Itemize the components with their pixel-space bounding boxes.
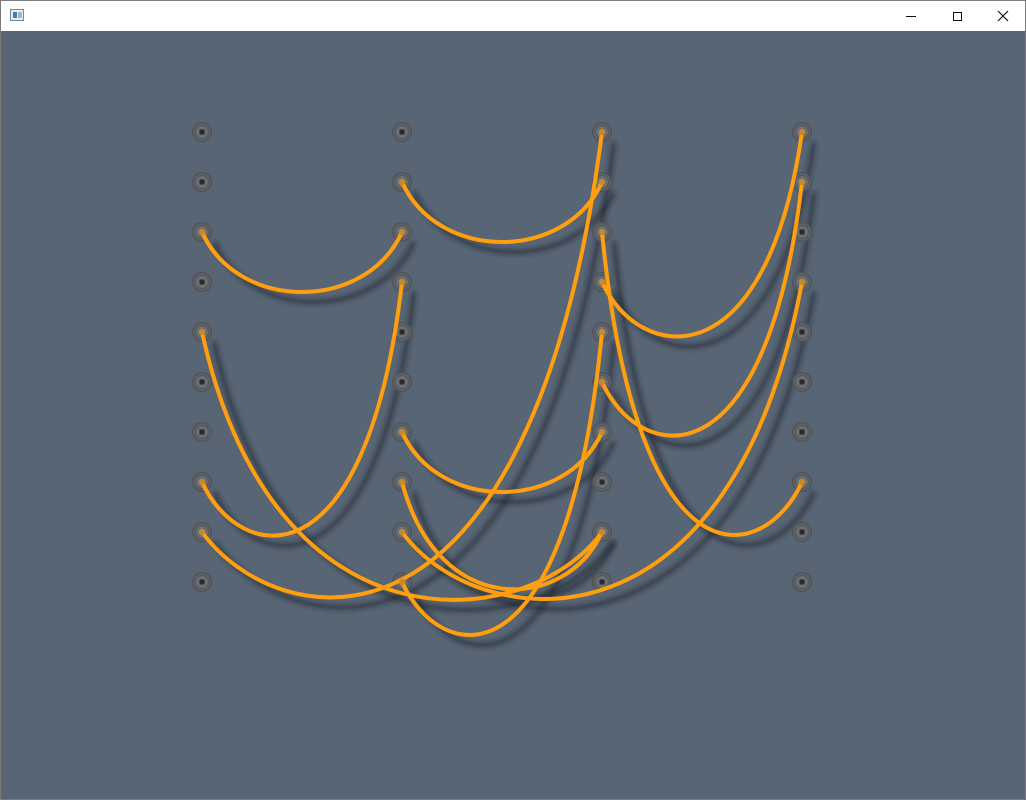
patch-wire-0[interactable] bbox=[200, 230, 404, 294]
wire-plug-4-1 bbox=[598, 128, 606, 136]
wire-plug-9-0 bbox=[598, 228, 606, 236]
port-0-5[interactable] bbox=[192, 372, 212, 392]
wire-plug-0-0 bbox=[198, 228, 206, 236]
port-3-4[interactable] bbox=[792, 322, 812, 342]
patch-wire-10[interactable] bbox=[600, 130, 804, 339]
wire-plug-8-0 bbox=[398, 528, 406, 536]
maximize-icon bbox=[952, 11, 962, 21]
wire-shadow-2 bbox=[211, 341, 617, 613]
app-window-icon bbox=[10, 9, 24, 21]
wire-shadows bbox=[211, 141, 817, 648]
wire-plug-6-1 bbox=[598, 528, 606, 536]
canvas-area[interactable] bbox=[1, 31, 1025, 799]
patch-wire-9[interactable] bbox=[600, 230, 804, 537]
wire-layer bbox=[198, 128, 806, 637]
wire-shadow-8 bbox=[411, 291, 817, 612]
wire-plug-10-1 bbox=[798, 128, 806, 136]
port-1-0[interactable] bbox=[392, 122, 412, 142]
maximize-button[interactable] bbox=[934, 1, 980, 31]
wire-plug-5-1 bbox=[598, 428, 606, 436]
port-0-1[interactable] bbox=[192, 172, 212, 192]
port-2-7[interactable] bbox=[592, 472, 612, 492]
wire-plug-1-1 bbox=[598, 178, 606, 186]
title-bar[interactable] bbox=[1, 1, 1025, 31]
patch-wire-5[interactable] bbox=[400, 430, 604, 494]
port-0-9[interactable] bbox=[192, 572, 212, 592]
wire-plug-10-0 bbox=[598, 278, 606, 286]
wire-plug-7-1 bbox=[598, 328, 606, 336]
port-3-8[interactable] bbox=[792, 522, 812, 542]
wire-plug-11-0 bbox=[598, 378, 606, 386]
port-3-5[interactable] bbox=[792, 372, 812, 392]
port-1-5[interactable] bbox=[392, 372, 412, 392]
wire-shadow-10 bbox=[611, 141, 817, 349]
close-icon bbox=[997, 10, 1009, 22]
port-0-0[interactable] bbox=[192, 122, 212, 142]
wire-plug-11-1 bbox=[798, 178, 806, 186]
app-window bbox=[0, 0, 1026, 800]
wire-plug-1-0 bbox=[398, 178, 406, 186]
patch-wire-1[interactable] bbox=[400, 180, 604, 244]
wire-plug-6-0 bbox=[398, 478, 406, 486]
wire-plug-5-0 bbox=[398, 428, 406, 436]
wire-plug-9-1 bbox=[798, 478, 806, 486]
wire-shadow-3 bbox=[211, 291, 417, 549]
close-button[interactable] bbox=[980, 1, 1026, 31]
wire-plug-4-0 bbox=[198, 528, 206, 536]
wire-plug-0-1 bbox=[398, 228, 406, 236]
wire-plug-3-1 bbox=[398, 278, 406, 286]
wire-plug-7-0 bbox=[398, 578, 406, 586]
port-3-9[interactable] bbox=[792, 572, 812, 592]
port-0-6[interactable] bbox=[192, 422, 212, 442]
minimize-button[interactable] bbox=[888, 1, 934, 31]
port-3-6[interactable] bbox=[792, 422, 812, 442]
patch-board[interactable] bbox=[1, 31, 1025, 799]
wire-plug-8-1 bbox=[798, 278, 806, 286]
port-0-3[interactable] bbox=[192, 272, 212, 292]
minimize-icon bbox=[906, 15, 916, 17]
wire-plug-3-0 bbox=[198, 478, 206, 486]
wire-plug-2-0 bbox=[198, 328, 206, 336]
